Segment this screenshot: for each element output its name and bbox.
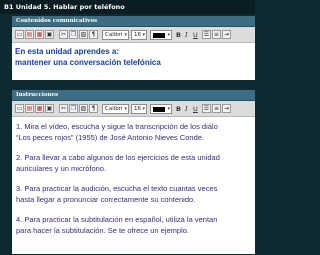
- indent-icon[interactable]: ⇥: [222, 30, 231, 39]
- align-left-icon[interactable]: ☰: [202, 104, 211, 113]
- instruction-line: 3. Para practicar la audición, escucha e…: [16, 184, 218, 193]
- font-family-select[interactable]: Calibri ▾: [102, 30, 129, 40]
- italic-button[interactable]: I: [185, 104, 188, 114]
- save-icon[interactable]: ▦: [35, 30, 44, 39]
- instruction-paragraph: 3. Para practicar la audición, escucha e…: [16, 183, 255, 205]
- underline-button[interactable]: U: [193, 104, 198, 114]
- print-icon[interactable]: ▣: [45, 104, 54, 113]
- paste-icon[interactable]: ▧: [79, 104, 88, 113]
- open-icon[interactable]: ▤: [25, 30, 34, 39]
- font-size-select[interactable]: 16 ▾: [131, 30, 147, 40]
- list-icon[interactable]: ≡: [212, 104, 221, 113]
- cut-icon[interactable]: ✂: [59, 30, 68, 39]
- bold-button[interactable]: B: [176, 104, 181, 114]
- format-icon[interactable]: ¶: [89, 30, 98, 39]
- instructions-editor[interactable]: 1. Mira el vídeo, escucha y sigue la tra…: [12, 117, 255, 254]
- instructions-panel: Instrucciones ▭ ▤ ▦ ▣ ✂ ❐ ▧ ¶ Calibri ▾ 1…: [12, 90, 255, 255]
- instruction-line: 4. Para practicar la subtitulación en es…: [16, 215, 218, 224]
- instruction-line: 1. Mira el vídeo, escucha y sigue la tra…: [16, 122, 218, 131]
- open-icon[interactable]: ▤: [25, 104, 34, 113]
- instruction-line: hasta llegar a pronunciar correctamente …: [16, 195, 196, 204]
- instruction-paragraph: 2. Para llevar a cabo algunos de los eje…: [16, 152, 255, 174]
- editor-toolbar: ▭ ▤ ▦ ▣ ✂ ❐ ▧ ¶ Calibri ▾ 16 ▾ ▾ B I U ☰ ≡…: [12, 101, 255, 117]
- instruction-line: 2. Para llevar a cabo algunos de los eje…: [16, 153, 220, 162]
- underline-button[interactable]: U: [193, 30, 198, 40]
- panel-header: Contenidos comunicativos: [12, 16, 255, 27]
- contents-panel: Contenidos comunicativos ▭ ▤ ▦ ▣ ✂ ❐ ▧ ¶…: [12, 16, 255, 81]
- italic-button[interactable]: I: [185, 30, 188, 40]
- instruction-paragraph: 1. Mira el vídeo, escucha y sigue la tra…: [16, 121, 255, 143]
- font-size-select[interactable]: 16 ▾: [131, 104, 147, 114]
- new-document-icon[interactable]: ▭: [15, 30, 24, 39]
- window-title: B1 Unidad 5. Hablar por teléfono: [0, 0, 255, 14]
- copy-icon[interactable]: ❐: [69, 104, 78, 113]
- panel-header: Instrucciones: [12, 90, 255, 101]
- instruction-paragraph: 4. Para practicar la subtitulación en es…: [16, 214, 255, 236]
- print-icon[interactable]: ▣: [45, 30, 54, 39]
- font-family-select[interactable]: Calibri ▾: [102, 104, 129, 114]
- intro-line: En esta unidad aprendes a:: [15, 47, 120, 56]
- copy-icon[interactable]: ❐: [69, 30, 78, 39]
- instruction-line: “Los peces rojos” (1955) de José Antonio…: [16, 133, 205, 142]
- align-left-icon[interactable]: ☰: [202, 30, 211, 39]
- editor-toolbar: ▭ ▤ ▦ ▣ ✂ ❐ ▧ ¶ Calibri ▾ 16 ▾ ▾ B I U ☰ ≡…: [12, 27, 255, 43]
- text-color-picker[interactable]: ▾: [150, 104, 172, 114]
- cut-icon[interactable]: ✂: [59, 104, 68, 113]
- format-icon[interactable]: ¶: [89, 104, 98, 113]
- text-color-picker[interactable]: ▾: [150, 30, 172, 40]
- instruction-line: auriculares y un micrófono.: [16, 164, 107, 173]
- paste-icon[interactable]: ▧: [79, 30, 88, 39]
- indent-icon[interactable]: ⇥: [222, 104, 231, 113]
- list-icon[interactable]: ≡: [212, 30, 221, 39]
- instruction-line: para hacer la subtitulación. Se te ofrec…: [16, 226, 190, 235]
- contents-editor[interactable]: En esta unidad aprendes a: mantener una …: [12, 43, 255, 80]
- intro-line: mantener una conversación telefónica: [15, 58, 161, 67]
- save-icon[interactable]: ▦: [35, 104, 44, 113]
- new-document-icon[interactable]: ▭: [15, 104, 24, 113]
- bold-button[interactable]: B: [176, 30, 181, 40]
